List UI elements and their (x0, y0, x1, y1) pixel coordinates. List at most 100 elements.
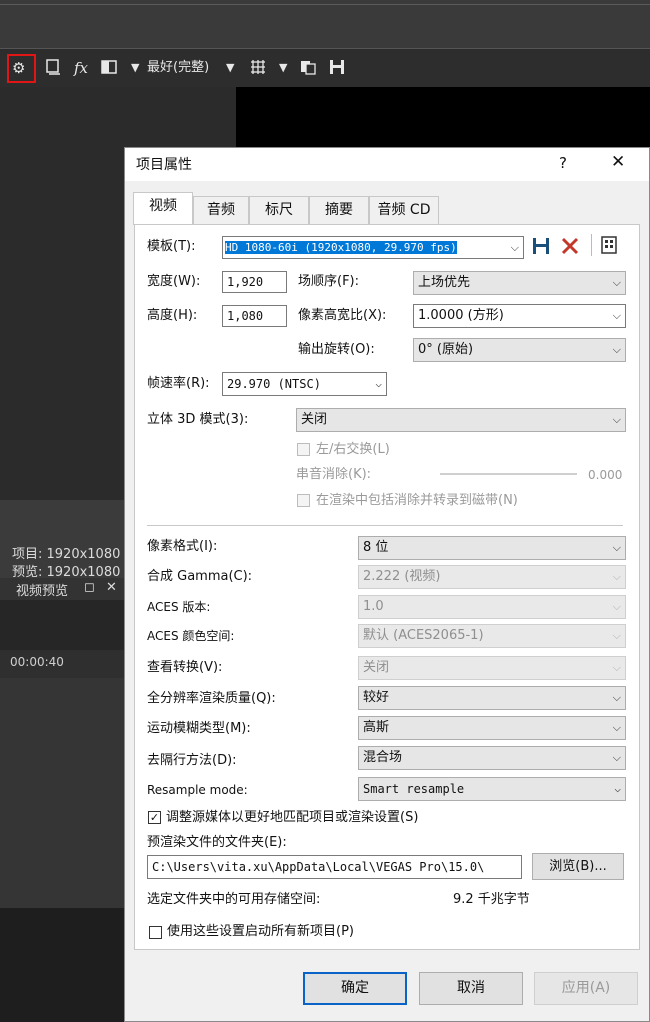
width-label: 宽度(W): (147, 274, 201, 289)
chevron-down-icon: ⌵ (612, 721, 621, 734)
delete-template-icon[interactable] (560, 236, 580, 261)
swap-lr-checkbox[interactable] (297, 443, 310, 456)
deinterlace-select[interactable]: 混合场 ⌵ (358, 746, 626, 770)
stereo-3d-label: 立体 3D 模式(3): (147, 412, 249, 427)
copy-snapshot-icon[interactable] (299, 58, 317, 81)
start-all-new-checkbox[interactable] (149, 926, 162, 939)
aces-version-value: 1.0 (363, 599, 384, 614)
chevron-down-icon: ⌵ (612, 629, 621, 642)
include-render-label: 在渲染中包括消除并转录到磁带(N) (316, 493, 518, 508)
start-all-new-label: 使用这些设置启动所有新项目(P) (167, 924, 354, 939)
tab-audio[interactable]: 音频 (193, 196, 249, 224)
motion-blur-value: 高斯 (363, 720, 390, 735)
view-transform-select[interactable]: 关闭 ⌵ (358, 656, 626, 680)
pixel-format-value: 8 位 (363, 540, 389, 555)
resample-value: Smart resample (363, 782, 465, 796)
chevron-down-icon: ⌵ (612, 309, 621, 322)
aces-version-select[interactable]: 1.0 ⌵ (358, 595, 626, 619)
chevron-down-icon: ⌵ (612, 751, 621, 764)
compositing-gamma-label: 合成 Gamma(C): (147, 569, 253, 584)
height-input[interactable]: 1,080 (222, 305, 287, 327)
compositing-gamma-value: 2.222 (视频) (363, 569, 441, 584)
tab-label: 音频 CD (377, 202, 431, 218)
browse-button[interactable]: 浏览(B)... (532, 853, 624, 880)
chevron-down-icon: ⌵ (612, 541, 621, 554)
apply-button[interactable]: 应用(A) (534, 972, 638, 1005)
chevron-down-icon: ⌵ (375, 377, 382, 390)
help-button[interactable]: ? (559, 154, 567, 172)
frame-rate-label: 帧速率(R): (147, 376, 210, 391)
view-transform-value: 关闭 (363, 660, 390, 675)
grid-icon[interactable] (249, 58, 267, 81)
free-space-value: 9.2 千兆字节 (453, 892, 530, 907)
compositing-gamma-select[interactable]: 2.222 (视频) ⌵ (358, 565, 626, 589)
timeline-track[interactable] (0, 678, 130, 908)
save-snapshot-icon[interactable] (328, 58, 346, 81)
close-icon[interactable]: ✕ (106, 580, 117, 595)
full-res-quality-select[interactable]: 较好 ⌵ (358, 686, 626, 710)
aces-color-space-select[interactable]: 默认 (ACES2065-1) ⌵ (358, 624, 626, 648)
width-input[interactable]: 1,920 (222, 271, 287, 293)
pixel-format-select[interactable]: 8 位 ⌵ (358, 536, 626, 560)
deinterlace-label: 去隔行方法(D): (147, 753, 237, 768)
chevron-down-icon: ⌵ (612, 600, 621, 613)
include-render-checkbox[interactable] (297, 494, 310, 507)
tab-summary[interactable]: 摘要 (309, 196, 369, 224)
tab-video[interactable]: 视频 (133, 192, 193, 225)
match-media-settings-icon[interactable] (599, 235, 619, 260)
highlight-box (7, 54, 36, 83)
template-select[interactable]: HD 1080-60i (1920x1080, 29.970 fps) ⌵ (222, 236, 524, 259)
chevron-down-icon: ⌵ (612, 570, 621, 583)
output-rotation-label: 输出旋转(O): (298, 342, 375, 357)
view-transform-label: 查看转换(V): (147, 660, 223, 675)
stereo-3d-value: 关闭 (301, 412, 328, 427)
grid-dropdown-arrow[interactable]: ▼ (279, 58, 287, 78)
tab-ruler[interactable]: 标尺 (249, 196, 309, 224)
motion-blur-select[interactable]: 高斯 ⌵ (358, 716, 626, 740)
template-select-value: HD 1080-60i (1920x1080, 29.970 fps) (225, 241, 457, 254)
pixel-aspect-select[interactable]: 1.0000 (方形) ⌵ (413, 304, 626, 328)
chevron-down-icon: ⌵ (612, 661, 621, 674)
adjust-source-checkbox[interactable]: ✓ (148, 811, 161, 824)
pixel-format-label: 像素格式(I): (147, 539, 218, 554)
output-rotation-select[interactable]: 0° (原始) ⌵ (413, 338, 626, 362)
full-res-quality-label: 全分辨率渲染质量(Q): (147, 691, 276, 706)
tab-audio-cd[interactable]: 音频 CD (369, 196, 439, 224)
quality-dropdown-arrow-2[interactable]: ▼ (226, 58, 234, 78)
video-preview-tab[interactable]: 视频预览 ◻ ✕ (0, 578, 130, 600)
pin-icon[interactable]: ◻ (84, 580, 95, 595)
save-template-icon[interactable] (531, 236, 551, 261)
split-screen-icon[interactable] (100, 58, 120, 81)
swap-lr-label: 左/右交换(L) (316, 442, 390, 457)
close-button[interactable]: ✕ (611, 153, 625, 171)
chevron-down-icon: ⌵ (612, 413, 621, 426)
preview-device-icon[interactable] (44, 58, 62, 81)
motion-blur-label: 运动模糊类型(M): (147, 721, 251, 736)
quality-dropdown-arrow[interactable]: ▼ (131, 58, 139, 78)
tab-label: 摘要 (325, 202, 353, 218)
deinterlace-value: 混合场 (363, 750, 403, 765)
field-order-label: 场顺序(F): (298, 274, 360, 289)
tab-label: 视频 (149, 198, 177, 214)
chevron-down-icon: ⌵ (612, 343, 621, 356)
field-order-select[interactable]: 上场优先 ⌵ (413, 271, 626, 295)
timeline-timecode: 00:00:40 (10, 655, 64, 669)
tab-label: 标尺 (265, 202, 293, 218)
resample-select[interactable]: Smart resample ⌵ (358, 777, 626, 801)
preview-quality-label[interactable]: 最好(完整) (147, 58, 209, 78)
ok-button[interactable]: 确定 (303, 972, 407, 1005)
dialog-title: 项目属性 (136, 157, 192, 173)
adjust-source-label: 调整源媒体以更好地匹配项目或渲染设置(S) (166, 810, 419, 825)
aces-color-space-value: 默认 (ACES2065-1) (363, 628, 484, 643)
stereo-3d-select[interactable]: 关闭 ⌵ (296, 408, 626, 432)
dialog-title-bar[interactable] (125, 148, 649, 181)
frame-rate-value: 29.970 (NTSC) (227, 377, 321, 391)
crosstalk-slider[interactable] (440, 473, 577, 475)
crosstalk-label: 串音消除(K): (296, 467, 372, 482)
timeline-ruler[interactable]: 00:00:40 (0, 650, 130, 679)
fx-button[interactable]: fx (74, 58, 88, 78)
prerender-folder-input[interactable]: C:\Users\vita.xu\AppData\Local\VEGAS Pro… (147, 855, 522, 879)
timeline-track-empty (0, 908, 130, 1022)
frame-rate-select[interactable]: 29.970 (NTSC) ⌵ (222, 372, 387, 396)
cancel-button[interactable]: 取消 (419, 972, 523, 1005)
